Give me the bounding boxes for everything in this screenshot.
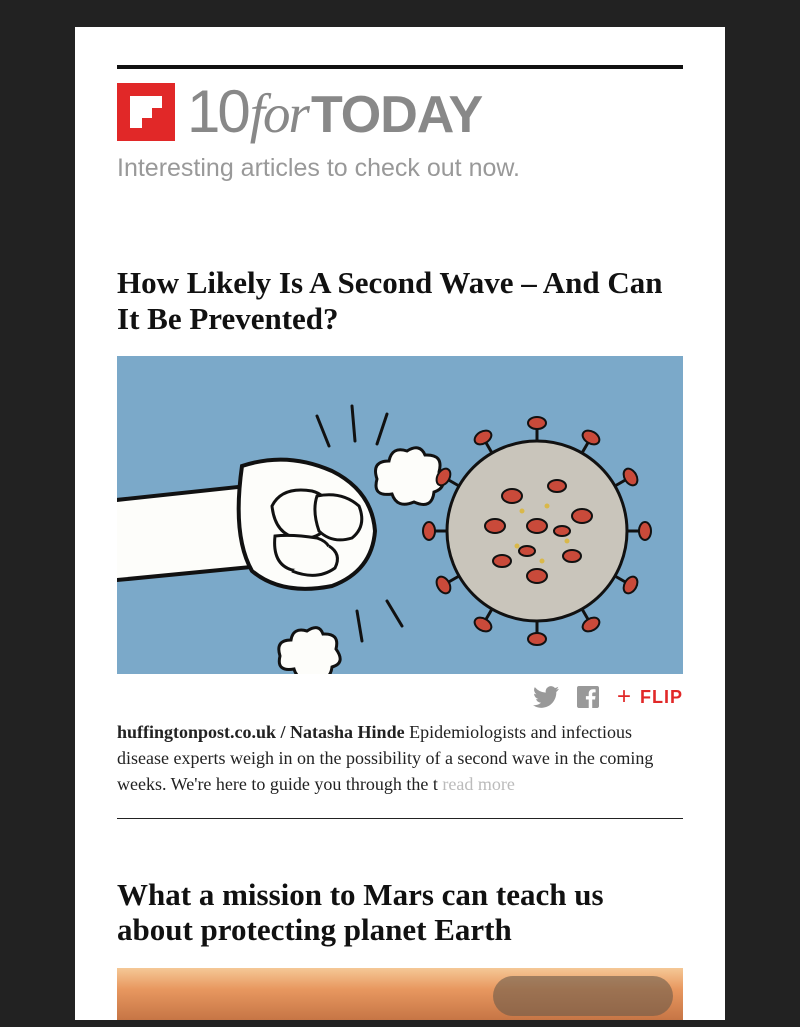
brand-num: 10 (187, 77, 248, 146)
top-rule (117, 65, 683, 69)
share-actions: + FLIP (117, 674, 683, 719)
article-body: huffingtonpost.co.uk / Natasha Hinde Epi… (117, 719, 683, 797)
article-title[interactable]: How Likely Is A Second Wave – And Can It… (117, 265, 683, 336)
tagline: Interesting articles to check out now. (117, 154, 683, 183)
read-more-link[interactable]: read more (442, 774, 514, 794)
brand-today: TODAY (311, 85, 482, 145)
flip-label: FLIP (640, 687, 683, 708)
newsletter-page: 10 for TODAY Interesting articles to che… (75, 27, 725, 1020)
flip-button[interactable]: + FLIP (617, 685, 683, 709)
article-image[interactable] (117, 968, 683, 1020)
plus-icon: + (617, 685, 632, 709)
header: 10 for TODAY (117, 77, 683, 146)
article-image[interactable] (117, 356, 683, 674)
article-divider (117, 818, 683, 819)
article: What a mission to Mars can teach us abou… (117, 877, 683, 1020)
facebook-icon[interactable] (577, 686, 599, 708)
brand-for: for (250, 82, 308, 145)
article-title[interactable]: What a mission to Mars can teach us abou… (117, 877, 683, 948)
flipboard-logo-icon (117, 83, 175, 141)
article: How Likely Is A Second Wave – And Can It… (117, 265, 683, 819)
twitter-icon[interactable] (533, 686, 559, 708)
article-source: huffingtonpost.co.uk / Natasha Hinde (117, 722, 405, 742)
brand-title: 10 for TODAY (187, 77, 482, 146)
